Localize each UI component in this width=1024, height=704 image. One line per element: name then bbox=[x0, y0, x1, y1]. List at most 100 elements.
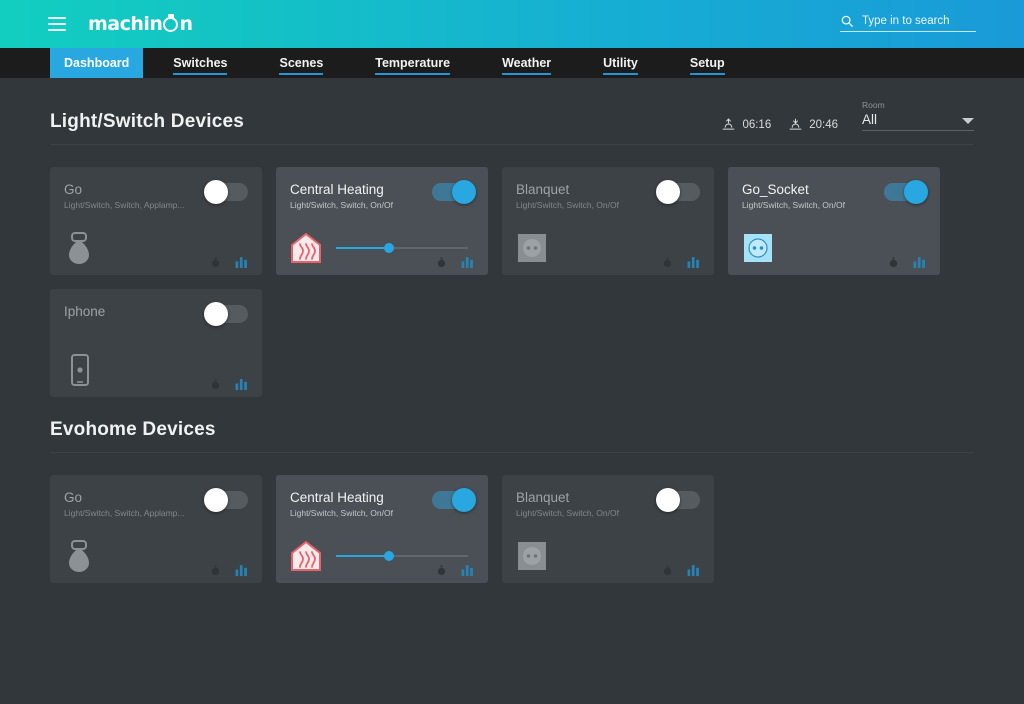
bar-chart-icon[interactable] bbox=[913, 256, 926, 268]
card-actions bbox=[210, 378, 248, 390]
tab-underline bbox=[279, 73, 324, 75]
tab-utility[interactable]: Utility bbox=[589, 48, 652, 78]
tab-switches[interactable]: Switches bbox=[159, 48, 241, 78]
card-body bbox=[516, 231, 700, 268]
tab-scenes[interactable]: Scenes bbox=[265, 48, 337, 78]
tab-temperature-label: Temperature bbox=[375, 56, 451, 70]
toggle-knob bbox=[452, 180, 476, 204]
device-toggle[interactable] bbox=[432, 488, 476, 512]
timer-icon[interactable] bbox=[210, 378, 221, 390]
card-body bbox=[290, 539, 474, 576]
room-filter-dropdown[interactable]: Room All bbox=[862, 100, 974, 131]
evohome-card-go[interactable]: Go Light/Switch, Switch, Applamp... bbox=[50, 475, 262, 583]
card-header: Blanquet Light/Switch, Switch, On/Of bbox=[516, 180, 700, 211]
timer-icon[interactable] bbox=[210, 564, 221, 576]
device-toggle[interactable] bbox=[204, 302, 248, 326]
card-header: Go Light/Switch, Switch, Applamp... bbox=[64, 488, 248, 519]
timer-icon[interactable] bbox=[662, 256, 673, 268]
toggle-knob bbox=[656, 180, 680, 204]
bar-chart-icon[interactable] bbox=[687, 256, 700, 268]
toggle-knob bbox=[204, 180, 228, 204]
device-subtitle: Light/Switch, Switch, Applamp... bbox=[64, 508, 185, 518]
bar-chart-icon[interactable] bbox=[461, 564, 474, 576]
tab-underline bbox=[603, 73, 638, 75]
tab-scenes-label: Scenes bbox=[279, 56, 324, 70]
device-toggle[interactable] bbox=[656, 180, 700, 204]
device-toggle[interactable] bbox=[204, 180, 248, 204]
toggle-knob bbox=[452, 488, 476, 512]
device-toggle[interactable] bbox=[204, 488, 248, 512]
timer-icon[interactable] bbox=[210, 256, 221, 268]
tab-setup-label: Setup bbox=[689, 56, 725, 70]
device-subtitle: Light/Switch, Switch, On/Of bbox=[742, 200, 845, 210]
brightness-slider[interactable] bbox=[336, 241, 468, 255]
tab-dashboard-label: Dashboard bbox=[64, 56, 130, 70]
hamburger-menu-icon[interactable] bbox=[48, 17, 66, 31]
chevron-down-icon[interactable] bbox=[962, 118, 974, 124]
search-input[interactable] bbox=[862, 15, 976, 28]
phone-icon bbox=[71, 354, 89, 386]
device-subtitle: Light/Switch, Switch, On/Of bbox=[290, 508, 393, 518]
lamp-icon bbox=[69, 540, 89, 572]
timer-icon[interactable] bbox=[436, 564, 447, 576]
room-filter-value: All bbox=[862, 112, 878, 127]
device-title: Central Heating bbox=[290, 490, 384, 505]
timer-icon[interactable] bbox=[662, 564, 673, 576]
tab-weather-label: Weather bbox=[502, 56, 552, 70]
timer-icon[interactable] bbox=[436, 256, 447, 268]
card-row bbox=[516, 231, 700, 268]
tab-underline bbox=[689, 73, 725, 75]
section-header-evohome: Evohome Devices bbox=[50, 397, 974, 441]
search-box[interactable] bbox=[840, 14, 976, 32]
tab-setup[interactable]: Setup bbox=[676, 48, 739, 78]
card-row bbox=[64, 231, 248, 268]
light-switch-device-grid: Go Light/Switch, Switch, Applamp... Cent… bbox=[50, 167, 974, 397]
slider-thumb[interactable] bbox=[383, 243, 394, 253]
socket-icon bbox=[744, 234, 772, 262]
card-body bbox=[64, 539, 248, 576]
bar-chart-icon[interactable] bbox=[687, 564, 700, 576]
toggle-knob bbox=[204, 488, 228, 512]
device-card-iphone[interactable]: Iphone bbox=[50, 289, 262, 397]
toggle-knob bbox=[656, 488, 680, 512]
tab-temperature[interactable]: Temperature bbox=[361, 48, 464, 78]
device-toggle[interactable] bbox=[656, 488, 700, 512]
bar-chart-icon[interactable] bbox=[235, 564, 248, 576]
tab-switches-label: Switches bbox=[173, 56, 228, 70]
slider-thumb[interactable] bbox=[383, 551, 394, 561]
device-title: Central Heating bbox=[290, 182, 384, 197]
device-title: Blanquet bbox=[516, 182, 570, 197]
device-card-blanquet[interactable]: Blanquet Light/Switch, Switch, On/Of bbox=[502, 167, 714, 275]
card-actions bbox=[888, 256, 926, 268]
card-header: Central Heating Light/Switch, Switch, On… bbox=[290, 180, 476, 211]
device-card-central-heating[interactable]: Central Heating Light/Switch, Switch, On… bbox=[276, 167, 488, 275]
card-header: Central Heating Light/Switch, Switch, On… bbox=[290, 488, 476, 519]
lamp-icon bbox=[69, 232, 89, 264]
app-logo: machin n bbox=[88, 13, 193, 35]
sunrise-icon bbox=[723, 118, 735, 130]
tab-dashboard[interactable]: Dashboard bbox=[50, 48, 144, 78]
tab-weather[interactable]: Weather bbox=[488, 48, 565, 78]
device-card-go[interactable]: Go Light/Switch, Switch, Applamp... bbox=[50, 167, 262, 275]
bar-chart-icon[interactable] bbox=[461, 256, 474, 268]
heater-icon bbox=[291, 540, 321, 571]
device-title: Go bbox=[64, 182, 83, 197]
card-row bbox=[516, 539, 700, 576]
card-header: Go_Socket Light/Switch, Switch, On/Of bbox=[742, 180, 928, 211]
bar-chart-icon[interactable] bbox=[235, 378, 248, 390]
card-body bbox=[64, 353, 248, 390]
timer-icon[interactable] bbox=[888, 256, 899, 268]
sunset-label: 20:46 bbox=[809, 118, 838, 131]
device-card-go-socket[interactable]: Go_Socket Light/Switch, Switch, On/Of bbox=[728, 167, 940, 275]
evohome-card-central-heating[interactable]: Central Heating Light/Switch, Switch, On… bbox=[276, 475, 488, 583]
bar-chart-icon[interactable] bbox=[235, 256, 248, 268]
brightness-slider[interactable] bbox=[336, 549, 468, 563]
evohome-card-blanquet[interactable]: Blanquet Light/Switch, Switch, On/Of bbox=[502, 475, 714, 583]
device-toggle[interactable] bbox=[884, 180, 928, 204]
card-row bbox=[290, 231, 474, 268]
room-filter-label: Room bbox=[862, 100, 885, 110]
card-row bbox=[64, 353, 248, 390]
device-toggle[interactable] bbox=[432, 180, 476, 204]
device-subtitle: Light/Switch, Switch, On/Of bbox=[290, 200, 393, 210]
logo-o-icon bbox=[163, 16, 179, 32]
